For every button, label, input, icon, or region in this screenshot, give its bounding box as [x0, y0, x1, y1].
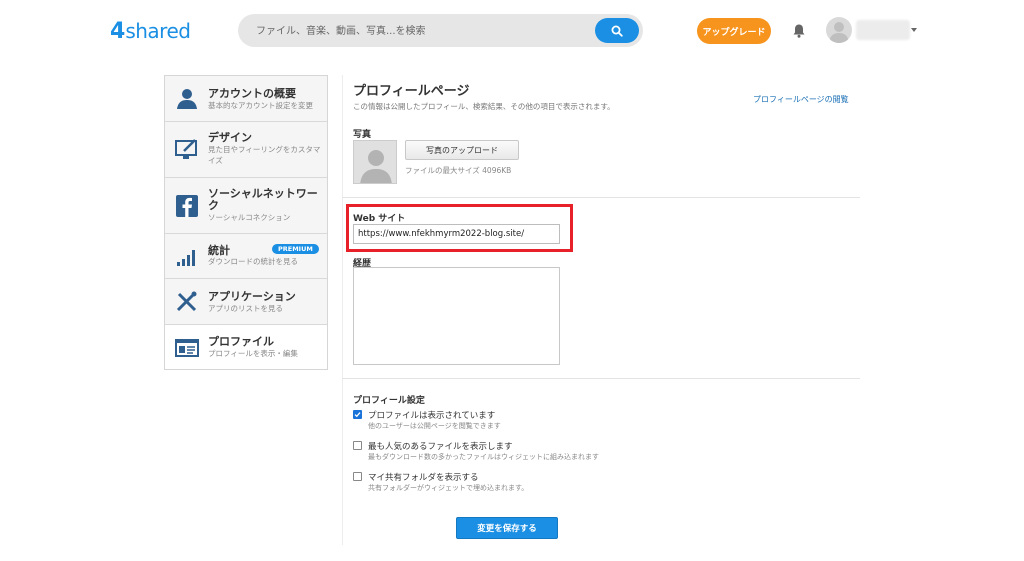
bio-textarea[interactable] [353, 267, 560, 365]
settings-sidebar: アカウントの概要 基本的なアカウント設定を変更 デザイン 見た目やフィーリングを… [164, 75, 328, 370]
website-label: Web サイト [353, 214, 406, 224]
user-avatar[interactable] [826, 17, 852, 43]
user-silhouette-icon [829, 22, 849, 43]
monitor-brush-icon [175, 139, 197, 159]
photo-label: 写真 [353, 130, 372, 140]
save-changes-button[interactable]: 変更を保存する [456, 517, 558, 539]
setting-description: 他のユーザーは公開ページを閲覧できます [368, 422, 501, 430]
search-icon [611, 25, 623, 37]
setting-description: 最もダウンロード数の多かったファイルはウィジェットに組み込まれます [368, 453, 599, 461]
top-header: 4 shared アップグレード [0, 0, 1024, 62]
sidebar-item-applications[interactable]: アプリケーション アプリのリストを見る [165, 279, 327, 325]
sidebar-item-title: アプリケーション [208, 290, 296, 303]
bell-icon[interactable] [792, 23, 806, 39]
logo-number: 4 [110, 18, 126, 44]
search-bar [238, 14, 643, 47]
tools-icon [176, 291, 197, 312]
sidebar-item-title: アカウントの概要 [208, 87, 296, 100]
sidebar-item-title: ソーシャルネットワーク [208, 187, 318, 212]
chevron-down-icon[interactable] [911, 28, 917, 32]
sidebar-item-subtitle: プロフィールを表示・編集 [208, 349, 298, 358]
sidebar-item-design[interactable]: デザイン 見た目やフィーリングをカスタマイズ [165, 122, 327, 178]
sidebar-item-account-overview[interactable]: アカウントの概要 基本的なアカウント設定を変更 [165, 76, 327, 122]
search-button[interactable] [595, 18, 639, 43]
bar-chart-icon [177, 250, 195, 266]
page-title: プロフィールページ [353, 84, 470, 99]
upgrade-button[interactable]: アップグレード [697, 18, 771, 44]
checkmark-icon [354, 412, 361, 418]
sidebar-item-statistics[interactable]: 統計 PREMIUM ダウンロードの統計を見る [165, 234, 327, 279]
section-divider [342, 378, 860, 379]
shared-folders-checkbox[interactable] [353, 472, 362, 481]
sidebar-item-profile[interactable]: プロファイル プロフィールを表示・編集 [165, 325, 327, 369]
facebook-icon [176, 195, 198, 217]
sidebar-item-subtitle: 基本的なアカウント設定を変更 [208, 101, 313, 110]
id-card-icon [175, 339, 199, 357]
user-silhouette-icon [360, 150, 392, 183]
section-divider [342, 197, 860, 198]
sidebar-item-subtitle: ソーシャルコネクション [208, 213, 291, 222]
content-divider [342, 75, 343, 545]
logo[interactable]: 4 shared [110, 18, 191, 44]
sidebar-item-subtitle: ダウンロードの統計を見る [208, 257, 298, 266]
setting-label: プロファイルは表示されています [368, 411, 496, 421]
search-input[interactable] [256, 21, 586, 41]
sidebar-item-title: デザイン [208, 131, 252, 144]
upload-photo-button[interactable]: 写真のアップロード [405, 140, 519, 160]
page-description: この情報は公開したプロフィール、検索結果、その他の項目で表示されます。 [353, 102, 615, 111]
popular-files-checkbox[interactable] [353, 441, 362, 450]
setting-label: 最も人気のあるファイルを表示します [368, 442, 513, 452]
sidebar-item-title: プロファイル [208, 335, 274, 348]
logo-text: shared [125, 19, 191, 43]
website-input[interactable] [353, 224, 560, 244]
sidebar-item-social-network[interactable]: ソーシャルネットワーク ソーシャルコネクション [165, 178, 327, 234]
premium-badge: PREMIUM [272, 244, 319, 254]
profile-settings-title: プロフィール設定 [353, 396, 425, 406]
profile-visible-checkbox[interactable] [353, 410, 362, 419]
user-icon [177, 89, 197, 109]
setting-description: 共有フォルダーがウィジェットで埋め込まれます。 [368, 484, 529, 492]
sidebar-item-subtitle: アプリのリストを見る [208, 304, 283, 313]
setting-label: マイ共有フォルダを表示する [368, 473, 479, 483]
file-size-limit: ファイルの最大サイズ 4096KB [405, 166, 512, 175]
profile-photo [353, 140, 397, 184]
username-blurred[interactable] [856, 20, 910, 40]
view-profile-link[interactable]: プロフィールページの閲覧 [753, 94, 849, 105]
sidebar-item-subtitle: 見た目やフィーリングをカスタマイズ [208, 145, 321, 165]
